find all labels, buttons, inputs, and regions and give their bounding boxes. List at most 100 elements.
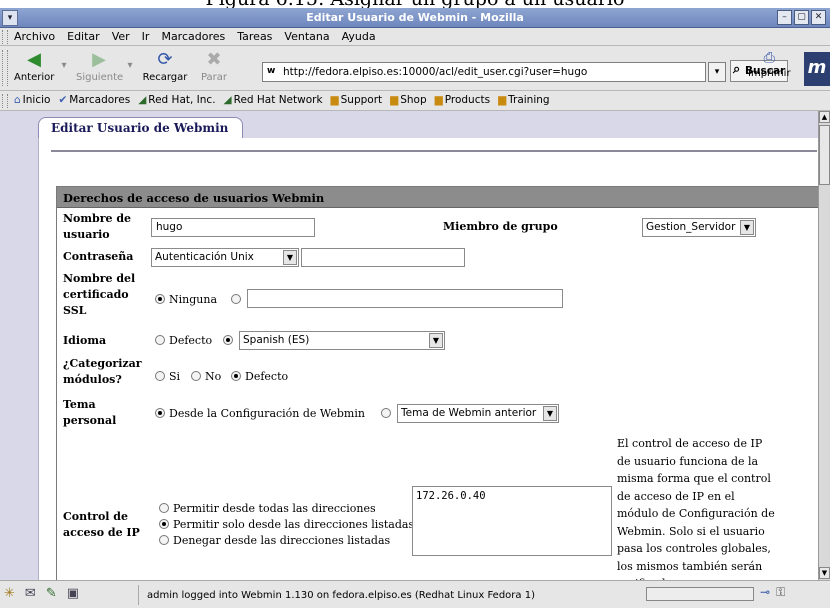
folder-icon: ▆ (434, 94, 443, 106)
password-input[interactable] (301, 248, 465, 267)
minimize-icon[interactable]: – (777, 10, 792, 25)
menu-ventana[interactable]: Ventana (284, 30, 329, 43)
theme-select-value: Tema de Webmin anterior (401, 407, 537, 419)
url-input[interactable]: w http://fedora.elpiso.es:10000/acl/edit… (262, 62, 706, 82)
bookmark-training[interactable]: ▆ Training (498, 94, 550, 106)
scroll-up-icon[interactable]: ▲ (819, 111, 830, 123)
menu-ayuda[interactable]: Ayuda (342, 30, 376, 43)
radio-ip-allow-all[interactable] (159, 503, 169, 513)
page-tab[interactable]: Editar Usuario de Webmin (38, 117, 244, 139)
bookmark-marcadores[interactable]: ✔ Marcadores (58, 94, 130, 106)
radio-ip-deny-listed[interactable] (159, 535, 169, 545)
ip-allow-listed-option[interactable]: Permitir solo desde las direcciones list… (159, 517, 414, 532)
theme-custom-option[interactable] (381, 406, 395, 421)
stop-button[interactable]: ✖ Parar (196, 49, 232, 84)
ssl-custom-option[interactable] (231, 292, 245, 307)
chevron-down-icon: ▼ (543, 406, 557, 421)
menu-editar[interactable]: Editar (67, 30, 100, 43)
url-dropdown-icon[interactable]: ▾ (708, 62, 726, 82)
bookmark-shop[interactable]: ▆ Shop (390, 94, 427, 106)
back-arrow-icon: ◀ (27, 49, 41, 70)
radio-ssl-none[interactable] (155, 294, 165, 304)
radio-theme-webmin[interactable] (155, 408, 165, 418)
language-default-option[interactable]: Defecto (155, 333, 212, 348)
security-lock-icon[interactable]: ⚿ (776, 585, 785, 600)
radio-categorize-no[interactable] (191, 371, 201, 381)
categorize-no-option[interactable]: No (191, 369, 221, 384)
radio-ip-allow-listed[interactable] (159, 519, 169, 529)
password-mode-value: Autenticación Unix (155, 251, 254, 263)
language-custom-option[interactable] (223, 333, 237, 348)
radio-ssl-custom[interactable] (231, 294, 241, 304)
scroll-down-icon[interactable]: ▼ (819, 567, 830, 579)
categorize-default-option[interactable]: Defecto (231, 369, 288, 384)
group-select-value: Gestion_Servidor (646, 221, 736, 233)
bookmark-support[interactable]: ▆ Support (331, 94, 383, 106)
password-label: Contraseña (63, 250, 134, 263)
forward-dropdown-icon[interactable]: ▾ (126, 60, 134, 71)
theme-webmin-option[interactable]: Desde la Configuración de Webmin (155, 406, 365, 421)
radio-lang-custom[interactable] (223, 335, 233, 345)
composer-icon[interactable]: ✎ (46, 586, 57, 601)
mail-icon[interactable]: ✉ (25, 586, 36, 601)
stop-icon: ✖ (206, 49, 222, 70)
username-input[interactable]: hugo (151, 218, 315, 237)
menu-ver[interactable]: Ver (112, 30, 130, 43)
username-label: Nombre de usuario (63, 212, 132, 241)
categorize-label: ¿Categorizar módulos? (63, 357, 142, 386)
printer-icon: ⎙ (763, 50, 775, 66)
language-select-value: Spanish (ES) (243, 334, 310, 346)
scroll-thumb[interactable] (819, 125, 830, 185)
ip-help-text: El control de acceso de IP de usuario fu… (617, 437, 775, 580)
addressbook-icon[interactable]: ▣ (67, 586, 79, 601)
ip-deny-listed-option[interactable]: Denegar desde las direcciones listadas (159, 533, 390, 548)
ssl-cert-input[interactable] (247, 289, 563, 308)
chevron-down-icon: ▼ (740, 220, 754, 235)
forward-label: Siguiente (76, 72, 124, 83)
bookmark-products[interactable]: ▆ Products (435, 94, 490, 106)
group-label: Miembro de grupo (443, 220, 558, 233)
progress-bar (646, 587, 754, 601)
back-button[interactable]: ◀ Anterior (14, 49, 55, 84)
forward-button[interactable]: ▶ Siguiente (76, 50, 124, 84)
menu-bar: Archivo Editar Ver Ir Marcadores Tareas … (0, 28, 830, 46)
navigator-icon[interactable]: ✳ (4, 586, 15, 601)
folder-icon: ▆ (330, 94, 339, 106)
mozilla-logo-icon: m (804, 52, 830, 86)
bookmarks-toolbar: ⌂ Inicio ✔ Marcadores ◢ Red Hat, Inc. ◢ Red … (0, 91, 830, 111)
radio-categorize-default[interactable] (231, 371, 241, 381)
categorize-yes-option[interactable]: Si (155, 369, 180, 384)
theme-select[interactable]: Tema de Webmin anterior ▼ (397, 404, 559, 423)
ip-list-textarea[interactable]: 172.26.0.40 (412, 486, 612, 556)
radio-categorize-yes[interactable] (155, 371, 165, 381)
ip-allow-all-option[interactable]: Permitir desde todas las direcciones (159, 501, 376, 516)
ssl-none-option[interactable]: Ninguna (155, 292, 217, 307)
reload-label: Recargar (142, 72, 188, 83)
language-label: Idioma (63, 334, 107, 347)
bookmark-inicio[interactable]: ⌂ Inicio (14, 94, 50, 106)
menu-tareas[interactable]: Tareas (237, 30, 272, 43)
maximize-icon[interactable]: ▢ (794, 10, 809, 25)
reload-button[interactable]: ⟳ Recargar (140, 49, 190, 84)
menu-marcadores[interactable]: Marcadores (161, 30, 225, 43)
site-favicon-icon: w (267, 66, 276, 76)
chevron-down-icon: ▼ (283, 250, 297, 265)
group-select[interactable]: Gestion_Servidor ▼ (642, 218, 756, 237)
vertical-scrollbar[interactable]: ▲ ▼ (818, 111, 830, 580)
close-icon[interactable]: ✕ (811, 10, 826, 25)
reload-icon: ⟳ (157, 49, 173, 70)
window-titlebar[interactable]: ▾ Editar Usuario de Webmin - Mozilla – ▢… (0, 8, 830, 28)
page-content: Derechos de acceso de usuarios Webmin No… (38, 138, 818, 580)
print-button[interactable]: ⎙ Imprimir (748, 50, 791, 79)
menu-archivo[interactable]: Archivo (14, 30, 55, 43)
radio-lang-default[interactable] (155, 335, 165, 345)
divider (51, 150, 817, 152)
menu-ir[interactable]: Ir (142, 30, 150, 43)
language-select[interactable]: Spanish (ES) ▼ (239, 331, 445, 350)
bookmark-redhat-network[interactable]: ◢ Red Hat Network (224, 94, 323, 106)
back-label: Anterior (14, 72, 55, 83)
password-mode-select[interactable]: Autenticación Unix ▼ (151, 248, 299, 267)
bookmark-redhat-inc[interactable]: ◢ Red Hat, Inc. (138, 94, 215, 106)
radio-theme-custom[interactable] (381, 408, 391, 418)
back-dropdown-icon[interactable]: ▾ (60, 60, 68, 71)
